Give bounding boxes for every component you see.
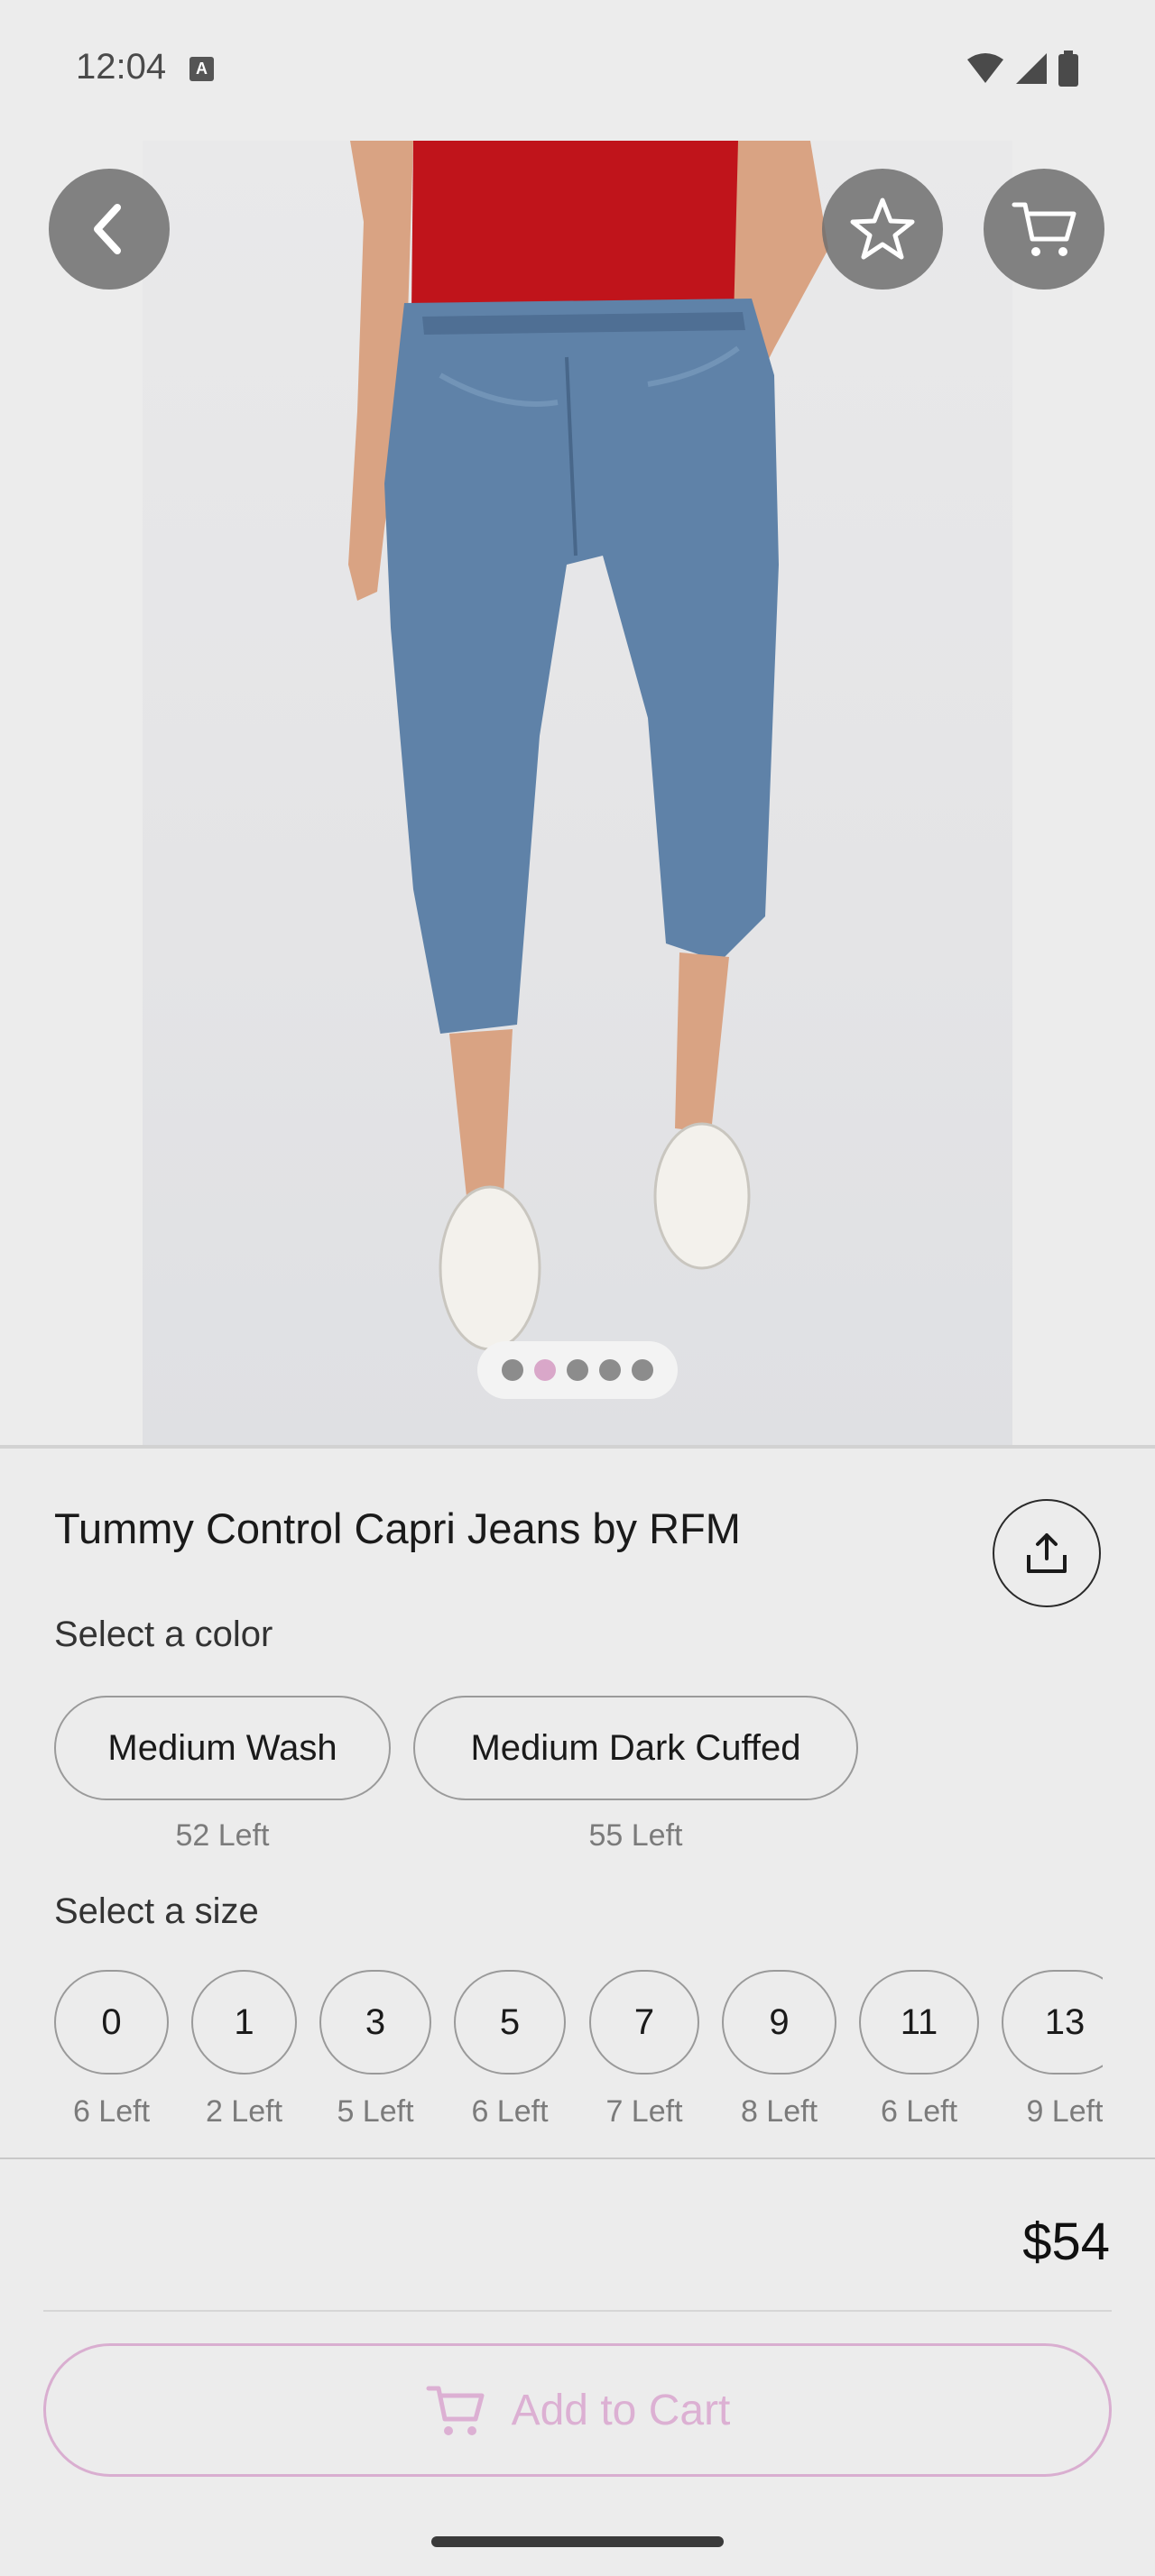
size-label: 0 [101,2001,122,2042]
divider [43,2310,1112,2312]
color-option-medium-dark-cuffed[interactable]: Medium Dark Cuffed [413,1696,858,1800]
home-indicator[interactable] [431,2536,724,2547]
size-label: 11 [900,2001,938,2042]
color-option-label: Medium Dark Cuffed [470,1727,801,1768]
cart-icon [426,2386,485,2435]
size-label: 13 [1044,2001,1086,2042]
divider [0,1445,1155,1449]
size-label: 5 [499,2001,521,2042]
size-pill[interactable]: 7 [589,1970,699,2075]
size-option-13[interactable]: 13 9 Left [1002,1970,1103,2130]
product-title: Tummy Control Capri Jeans by RFM [54,1504,741,1552]
add-to-cart-label: Add to Cart [511,2386,731,2434]
chevron-left-icon [94,204,121,254]
product-price: $54 [1022,2213,1110,2271]
add-to-cart-button[interactable]: Add to Cart [43,2343,1112,2477]
size-pill[interactable]: 3 [319,1970,431,2075]
wifi-icon [967,53,1003,83]
size-option-5[interactable]: 5 6 Left [454,1970,566,2130]
size-option-1[interactable]: 1 2 Left [191,1970,297,2130]
size-pill[interactable]: 13 [1002,1970,1103,2075]
color-stock-label: 52 Left [175,1818,270,1853]
product-photo-illustration [348,141,828,1351]
product-photo[interactable] [143,141,1012,1445]
size-stock-label: 8 Left [740,2094,818,2129]
size-section-label: Select a size [54,1891,259,1931]
back-button[interactable] [49,169,170,290]
size-pill[interactable]: 11 [859,1970,979,2075]
divider [0,2157,1155,2159]
size-stock-label: 6 Left [471,2094,549,2129]
gallery-dot[interactable] [599,1359,621,1381]
cart-icon [1012,202,1076,256]
size-option-3[interactable]: 3 5 Left [319,1970,431,2130]
size-option-0[interactable]: 0 6 Left [54,1970,169,2130]
size-pill[interactable]: 9 [722,1970,836,2075]
battery-icon [1058,51,1078,87]
size-stock-label: 6 Left [880,2094,958,2129]
status-bar: 12:04 A [0,0,1155,135]
keyboard-a-icon: A [189,57,214,81]
size-label: 9 [769,2001,790,2042]
favorite-button[interactable] [822,169,943,290]
share-icon [1027,1533,1067,1573]
status-time: 12:04 [76,47,167,87]
size-label: 3 [365,2001,386,2042]
star-icon [850,198,915,260]
size-selector[interactable]: 0 6 Left 1 2 Left 3 5 Left 5 6 Left 7 7 … [0,1970,1103,2141]
size-option-7[interactable]: 7 7 Left [589,1970,699,2130]
color-section-label: Select a color [54,1615,273,1654]
size-label: 7 [633,2001,655,2042]
size-pill[interactable]: 0 [54,1970,169,2075]
size-option-11[interactable]: 11 6 Left [859,1970,979,2130]
color-stock-label: 55 Left [588,1818,683,1853]
size-stock-label: 7 Left [605,2094,683,2129]
gallery-dot-active[interactable] [534,1359,556,1381]
signal-icon [1016,53,1047,84]
size-stock-label: 9 Left [1026,2094,1103,2129]
gallery-dot[interactable] [632,1359,653,1381]
size-label: 1 [234,2001,254,2042]
size-stock-label: 6 Left [72,2094,151,2129]
size-option-9[interactable]: 9 8 Left [722,1970,836,2130]
share-button[interactable] [993,1499,1101,1607]
size-stock-label: 5 Left [337,2094,414,2129]
size-stock-label: 2 Left [205,2094,283,2129]
gallery-dot[interactable] [502,1359,523,1381]
size-pill[interactable]: 5 [454,1970,566,2075]
status-icons [966,51,1079,87]
product-gallery[interactable] [0,135,1155,1445]
color-option-medium-wash[interactable]: Medium Wash [54,1696,391,1800]
gallery-dot[interactable] [567,1359,588,1381]
color-option-label: Medium Wash [107,1727,337,1768]
gallery-page-indicator[interactable] [477,1341,678,1399]
size-pill[interactable]: 1 [191,1970,297,2075]
cart-button[interactable] [984,169,1104,290]
